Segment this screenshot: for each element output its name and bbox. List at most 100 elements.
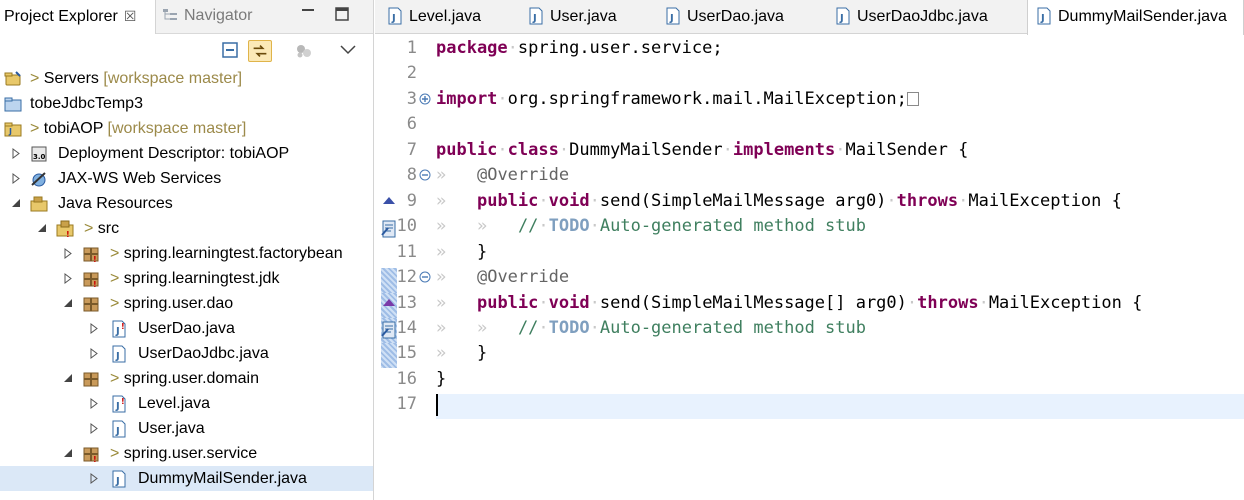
svg-text:J: J	[115, 401, 120, 412]
line-number: 9	[406, 191, 417, 211]
close-icon[interactable]: ☒	[124, 8, 137, 24]
vcs-decoration: >	[110, 445, 124, 462]
code-text: send(SimpleMailMessage[] arg0)	[599, 293, 907, 313]
view-tab-bar: Project Explorer ☒ Navigator	[0, 0, 373, 34]
vcs-decoration: >	[84, 220, 98, 237]
java-file-icon: J	[112, 470, 126, 488]
expand-fold-icon[interactable]	[419, 93, 431, 105]
keyword: public	[476, 293, 539, 313]
tree-label: spring.user.dao	[123, 295, 234, 312]
code-line-7: public·class·DummyMailSender·implements·…	[436, 140, 969, 160]
java-file-icon: J	[388, 7, 402, 25]
tab-label: UserDaoJdbc.java	[857, 8, 988, 25]
collapse-fold-icon[interactable]	[419, 169, 431, 181]
tree-label: spring.learningtest.jdk	[123, 270, 280, 287]
tab-level-java[interactable]: J Level.java	[379, 0, 527, 34]
java-file-icon: J	[666, 7, 680, 25]
tree-label: Servers	[43, 70, 99, 87]
tab-userdao-java[interactable]: J UserDao.java	[657, 0, 827, 34]
tab-marker: »	[436, 191, 447, 211]
code-text: org.springframework.mail.MailException;	[507, 89, 907, 109]
link-with-editor-icon[interactable]	[248, 40, 272, 62]
maximize-icon[interactable]	[334, 6, 350, 22]
code-text: MailException {	[968, 191, 1122, 211]
tree-node-package-jdk[interactable]: ! > spring.learningtest.jdk	[0, 266, 373, 291]
comment: //	[517, 318, 539, 338]
code-area[interactable]: 1 2 3 6 7 8 9 10 11 12 13 14 15 16 17 pa…	[375, 34, 1244, 500]
minimize-icon[interactable]	[300, 6, 316, 22]
keyword: throws	[917, 293, 979, 313]
code-line-8: » @Override	[436, 163, 569, 188]
tree-node-package-domain[interactable]: > spring.user.domain	[0, 366, 373, 391]
code-line-16: }	[436, 367, 446, 392]
collapse-icon[interactable]	[62, 366, 74, 391]
vcs-decoration: >	[110, 295, 124, 312]
tree-node-package-dao[interactable]: > spring.user.dao	[0, 291, 373, 316]
source-folder-icon: !	[56, 220, 74, 238]
collapse-icon[interactable]	[10, 191, 22, 216]
svg-text:J: J	[8, 127, 12, 136]
line-number: 15	[396, 343, 417, 363]
expand-icon[interactable]	[88, 466, 100, 491]
package-icon: !	[83, 447, 99, 463]
tree-node-tobiaop[interactable]: J > tobiAOP [workspace master]	[0, 116, 373, 141]
collapse-icon[interactable]	[62, 291, 74, 316]
collapse-icon[interactable]	[62, 441, 74, 466]
svg-text:J: J	[391, 13, 396, 24]
tree-node-deployment-descriptor[interactable]: 3.0 Deployment Descriptor: tobiAOP	[0, 141, 373, 166]
code-line-13: » public·void·send(SimpleMailMessage[] a…	[436, 293, 1143, 313]
tab-project-explorer[interactable]: Project Explorer ☒	[0, 0, 156, 34]
tab-dummymailsender-java[interactable]: J DummyMailSender.java	[1027, 0, 1244, 35]
tree-node-tobejdbctemp3[interactable]: tobeJdbcTemp3	[0, 91, 373, 116]
tree-node-servers[interactable]: > Servers [workspace master]	[0, 66, 373, 91]
code-text: }	[436, 369, 447, 389]
folded-block-marker[interactable]	[906, 92, 919, 106]
line-number: 13	[396, 293, 417, 313]
project-tree: > Servers [workspace master] tobeJdbcTem…	[0, 66, 373, 500]
collapse-all-icon[interactable]	[218, 40, 242, 62]
tab-navigator-label: Navigator	[184, 7, 253, 24]
line-number: 1	[406, 38, 417, 58]
tab-marker: »	[436, 165, 447, 185]
tree-node-package-service[interactable]: ! > spring.user.service	[0, 441, 373, 466]
repo-label: [workspace master]	[103, 70, 243, 87]
vcs-decoration: >	[110, 245, 124, 262]
tab-navigator[interactable]: Navigator	[162, 0, 282, 34]
expand-icon[interactable]	[88, 391, 100, 416]
tree-node-dummymailsender-java[interactable]: J DummyMailSender.java	[0, 466, 373, 491]
tree-node-jax-ws[interactable]: JAX-WS Web Services	[0, 166, 373, 191]
expand-icon[interactable]	[62, 266, 74, 291]
java-file-icon: J!	[112, 320, 126, 338]
expand-icon[interactable]	[10, 141, 22, 166]
server-project-icon	[4, 71, 21, 86]
collapse-icon[interactable]	[36, 216, 48, 241]
tree-label: tobeJdbcTemp3	[30, 95, 143, 112]
todo-tag: TODO	[548, 216, 590, 236]
tree-node-userdaojdbc-java[interactable]: J UserDaoJdbc.java	[0, 341, 373, 366]
comment: //	[517, 216, 539, 236]
tree-node-userdao-java[interactable]: J! UserDao.java	[0, 316, 373, 341]
expand-icon[interactable]	[88, 316, 100, 341]
expand-icon[interactable]	[88, 341, 100, 366]
expand-icon[interactable]	[10, 166, 22, 191]
project-explorer-view: Project Explorer ☒ Navigator > Servers [w…	[0, 0, 374, 500]
svg-text:J: J	[115, 426, 120, 437]
tab-marker: »	[436, 216, 447, 236]
tree-node-src[interactable]: ! > src	[0, 216, 373, 241]
folder-icon	[4, 97, 22, 112]
keyword: import	[436, 89, 498, 109]
expand-icon[interactable]	[88, 416, 100, 441]
tree-node-package-factorybean[interactable]: ! > spring.learningtest.factorybean	[0, 241, 373, 266]
annotation: @Override	[476, 267, 570, 287]
vcs-decoration: >	[110, 270, 124, 287]
tree-node-user-java[interactable]: J User.java	[0, 416, 373, 441]
tree-node-java-resources[interactable]: Java Resources	[0, 191, 373, 216]
tree-node-level-java[interactable]: J! Level.java	[0, 391, 373, 416]
collapse-fold-icon[interactable]	[419, 271, 431, 283]
tab-userdaojdbc-java[interactable]: J UserDaoJdbc.java	[827, 0, 1027, 34]
view-menu-icon[interactable]	[336, 40, 360, 62]
focus-on-active-task-icon[interactable]	[292, 40, 316, 62]
tab-user-java[interactable]: J User.java	[520, 0, 658, 34]
svg-text:!: !	[93, 455, 97, 463]
expand-icon[interactable]	[62, 241, 74, 266]
